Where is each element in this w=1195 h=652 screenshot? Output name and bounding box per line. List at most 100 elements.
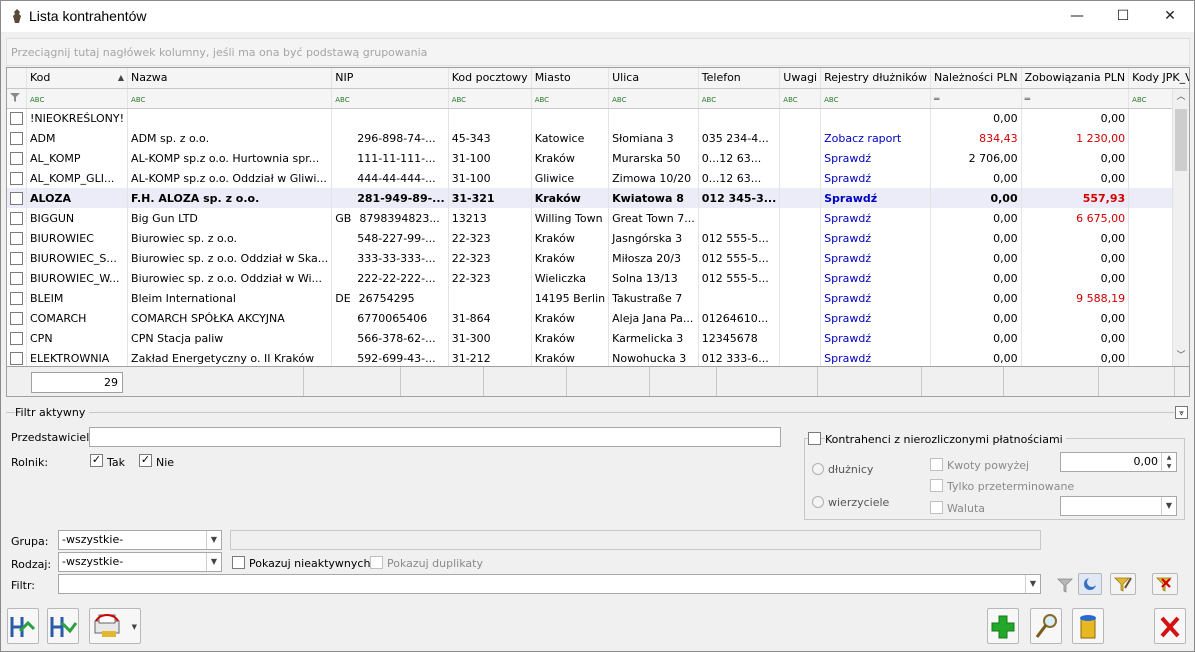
row-select-cell[interactable] [7,128,27,148]
row-checkbox[interactable] [10,251,23,265]
filtr-input[interactable]: ▼ [58,574,1041,594]
filter-funnel-icon[interactable] [1055,575,1075,595]
maximize-button[interactable]: ☐ [1100,1,1146,32]
table-row[interactable]: AL_KOMP AL-KOMP sp.z o.o. Hurtownia spr..… [7,148,1189,168]
clear-filter-icon[interactable] [1152,573,1178,595]
cell-rejestry-link[interactable]: Sprawdź [820,188,932,208]
tylko-checkbox[interactable] [930,479,943,492]
row-checkbox[interactable] [10,131,23,145]
filter-cell-kod-pocztowy[interactable]: ABC [448,88,532,109]
chevron-down-icon[interactable]: ▼ [1161,497,1176,515]
kwoty-input[interactable]: 0,00 ▲ ▼ [1060,452,1177,472]
spinner-icon[interactable]: ▲ ▼ [1161,453,1176,471]
table-row[interactable]: ELEKTROWNIA Zakład Energetyczny o. II Kra… [7,348,1189,368]
row-checkbox[interactable] [10,291,23,305]
filter-cell-rejestry[interactable]: ABC [820,88,932,109]
scroll-up-icon[interactable]: ︿ [1173,89,1189,105]
cell-rejestry-link[interactable]: Sprawdź [820,228,932,248]
cell-rejestry-link[interactable]: Sprawdź [820,148,932,168]
filter-cell-zobowiazania[interactable]: ═ [1021,88,1130,109]
column-header-nazwa[interactable]: Nazwa [127,68,333,89]
dropdown-arrow-icon[interactable]: ▼ [132,623,137,631]
waluta-select[interactable]: ▼ [1060,496,1177,516]
scrollbar-thumb[interactable] [1175,109,1187,171]
cell-rejestry-link[interactable]: Sprawdź [820,208,932,228]
column-header-kod-pocztowy[interactable]: Kod pocztowy [448,68,532,89]
column-header-nip[interactable]: NIP [331,68,449,89]
table-row[interactable]: BIUROWIEC_S... Biurowiec sp. z o.o. Oddzi… [7,248,1189,268]
cell-rejestry-link[interactable] [820,108,932,128]
group-by-panel[interactable]: Przeciągnij tutaj nagłówek kolumny, jeśl… [6,38,1190,66]
cell-rejestry-link[interactable]: Sprawdź [820,348,932,368]
minimize-button[interactable]: — [1054,1,1100,32]
row-checkbox[interactable] [10,271,23,285]
row-select-cell[interactable] [7,348,27,368]
row-select-cell[interactable] [7,228,27,248]
row-checkbox[interactable] [10,112,23,125]
scroll-down-icon[interactable]: ﹀ [1173,348,1189,364]
edit-button[interactable] [1030,608,1062,644]
filter-cell-telefon[interactable]: ABC [698,88,781,109]
table-row[interactable]: BLEIM Bleim International DE 26754295 14195 … [7,288,1189,308]
column-header-ulica[interactable]: Ulica [608,68,699,89]
rolnik-tak-checkbox[interactable]: ✓ [90,454,103,467]
column-header-rejestry[interactable]: Rejestry dłużników [820,68,932,89]
row-checkbox[interactable] [10,351,23,365]
row-select-cell[interactable] [7,288,27,308]
kontrahenci-checkbox[interactable] [808,432,821,445]
chevron-down-icon[interactable]: ▼ [1025,575,1040,593]
add-button[interactable] [987,608,1019,644]
rolnik-nie-checkbox[interactable]: ✓ [139,454,152,467]
table-row[interactable]: ADM ADM sp. z o.o. 296-898-74-... 45-343 Kat… [7,128,1189,148]
row-select-cell[interactable] [7,148,27,168]
close-button[interactable] [1154,608,1186,644]
column-header-uwagi[interactable]: Uwagi [779,68,822,89]
filter-edit-icon[interactable] [1110,573,1136,595]
column-header-kody-jpk[interactable]: Kody JPK_V7 [1128,68,1189,89]
table-row[interactable]: BIUROWIEC Biurowiec sp. z o.o. 548-227-99-… [7,228,1189,248]
close-window-button[interactable]: ✕ [1147,1,1193,32]
cell-rejestry-link[interactable]: Sprawdź [820,168,932,188]
filter-cell-naleznosci[interactable]: ═ [930,88,1022,109]
duplikaty-checkbox[interactable] [370,556,383,569]
select-header[interactable] [7,68,27,89]
row-checkbox[interactable] [10,151,23,165]
column-header-kod[interactable]: Kod ▲ [26,68,129,89]
row-select-cell[interactable] [7,108,27,128]
chevron-down-icon[interactable]: ▼ [206,553,221,571]
kwoty-checkbox[interactable] [930,458,943,471]
filter-cell-ulica[interactable]: ABC [608,88,699,109]
filter-cell-nazwa[interactable]: ABC [127,88,333,109]
row-select-cell[interactable] [7,168,27,188]
filter-cell-kod[interactable]: ABC [26,88,129,109]
row-select-cell[interactable] [7,268,27,288]
column-header-naleznosci[interactable]: Należności PLN [930,68,1022,89]
table-row[interactable]: COMARCH COMARCH SPÓŁKA AKCYJNA 6770065406 3… [7,308,1189,328]
rodzaj-select[interactable]: -wszystkie- ▼ [58,552,222,572]
cell-rejestry-link[interactable]: Sprawdź [820,268,932,288]
row-select-cell[interactable] [7,308,27,328]
filter-cell-uwagi[interactable]: ABC [779,88,822,109]
table-row[interactable]: AL_KOMP_GLI... AL-KOMP sp.z o.o. Oddział … [7,168,1189,188]
export-button[interactable] [47,608,79,644]
filter-cell-miasto[interactable]: ABC [531,88,610,109]
table-row[interactable]: CPN CPN Stacja paliw 566-378-62-... 31-300 K… [7,328,1189,348]
print-menu-button[interactable]: ▼ [89,608,141,644]
row-checkbox[interactable] [10,211,23,225]
chevron-down-icon[interactable]: ▼ [206,531,221,549]
dluznicy-radio[interactable] [812,463,824,475]
column-header-zobowiazania[interactable]: Zobowiązania PLN [1021,68,1130,89]
delete-button[interactable] [1072,608,1104,644]
row-select-cell[interactable] [7,328,27,348]
table-row[interactable]: ALOZA F.H. ALOZA sp. z o.o. 281-949-89-...… [7,188,1189,208]
cell-rejestry-link[interactable]: Sprawdź [820,288,932,308]
nieaktywnych-checkbox[interactable] [232,556,245,569]
row-select-cell[interactable] [7,188,27,208]
cell-rejestry-link[interactable]: Zobacz raport [820,128,932,148]
cell-rejestry-link[interactable]: Sprawdź [820,328,932,348]
waluta-checkbox[interactable] [930,501,943,514]
column-header-telefon[interactable]: Telefon [698,68,781,89]
import-button[interactable] [7,608,39,644]
przedstawiciel-input[interactable] [89,427,781,447]
filter-row-icon[interactable] [7,88,27,109]
